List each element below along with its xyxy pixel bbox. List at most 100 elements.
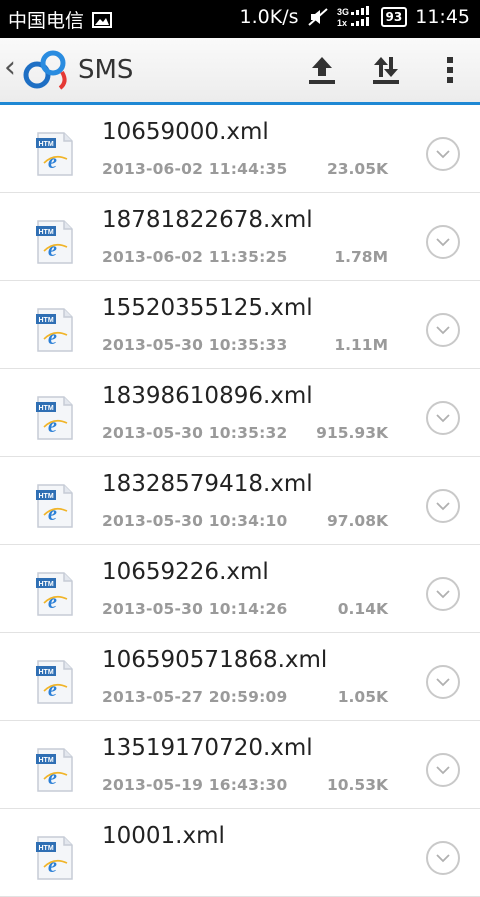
list-item[interactable]: HTM e 10001.xml <box>0 809 480 897</box>
chevron-down-icon <box>436 238 450 247</box>
svg-text:e: e <box>48 591 57 613</box>
back-button[interactable]: ‹ <box>4 50 16 86</box>
file-date: 2013-05-30 10:34:10 <box>102 512 288 530</box>
svg-text:HTM: HTM <box>39 581 54 588</box>
expand-button[interactable] <box>426 577 460 611</box>
file-date: 2013-06-02 11:35:25 <box>102 248 288 266</box>
chevron-down-icon <box>436 326 450 335</box>
expand-button[interactable] <box>426 313 460 347</box>
expand-button[interactable] <box>426 753 460 787</box>
file-name: 13519170720.xml <box>102 735 313 761</box>
file-size: 0.14K <box>337 600 388 618</box>
svg-text:e: e <box>48 239 57 261</box>
page-title: SMS <box>78 55 134 85</box>
html-file-icon: HTM e <box>34 747 76 793</box>
list-item[interactable]: HTM e 106590571868.xml 2013-05-27 20:59:… <box>0 633 480 721</box>
file-size: 1.05K <box>337 688 388 706</box>
file-name: 15520355125.xml <box>102 295 313 321</box>
svg-text:1x: 1x <box>337 18 347 28</box>
svg-text:HTM: HTM <box>39 141 54 148</box>
file-date: 2013-05-30 10:35:33 <box>102 336 288 354</box>
file-size: 10.53K <box>326 776 388 794</box>
chevron-down-icon <box>436 854 450 863</box>
file-name: 18781822678.xml <box>102 207 313 233</box>
svg-text:e: e <box>48 327 57 349</box>
status-bar: 中国电信 1.0K/s 3G 1x 93 11:45 <box>0 0 480 38</box>
chevron-down-icon <box>436 678 450 687</box>
battery-indicator: 93 <box>380 7 408 27</box>
file-list: HTM e 10659000.xml 2013-06-02 11:44:35 2… <box>0 105 480 897</box>
transfer-icon <box>373 57 399 84</box>
html-file-icon: HTM e <box>34 219 76 265</box>
list-item[interactable]: HTM e 18781822678.xml 2013-06-02 11:35:2… <box>0 193 480 281</box>
file-name: 10001.xml <box>102 823 225 849</box>
action-bar: ‹ SMS <box>0 38 480 105</box>
expand-button[interactable] <box>426 225 460 259</box>
list-item[interactable]: HTM e 18398610896.xml 2013-05-30 10:35:3… <box>0 369 480 457</box>
svg-text:HTM: HTM <box>39 317 54 324</box>
chevron-down-icon <box>436 150 450 159</box>
html-file-icon: HTM e <box>34 307 76 353</box>
file-size: 915.93K <box>316 424 388 442</box>
chevron-down-icon <box>436 414 450 423</box>
chevron-down-icon <box>436 766 450 775</box>
file-size: 23.05K <box>326 160 388 178</box>
svg-text:HTM: HTM <box>39 493 54 500</box>
list-item[interactable]: HTM e 18328579418.xml 2013-05-30 10:34:1… <box>0 457 480 545</box>
svg-text:HTM: HTM <box>39 229 54 236</box>
overflow-menu-icon <box>447 57 453 83</box>
file-name: 18398610896.xml <box>102 383 313 409</box>
file-name: 18328579418.xml <box>102 471 313 497</box>
svg-text:e: e <box>48 679 57 701</box>
expand-button[interactable] <box>426 841 460 875</box>
app-logo-icon <box>22 48 74 92</box>
file-size: 1.11M <box>334 336 388 354</box>
list-item[interactable]: HTM e 15520355125.xml 2013-05-30 10:35:3… <box>0 281 480 369</box>
network-speed: 1.0K/s <box>239 6 299 28</box>
expand-button[interactable] <box>426 489 460 523</box>
file-date: 2013-05-30 10:14:26 <box>102 600 288 618</box>
svg-text:3G: 3G <box>337 7 349 17</box>
html-file-icon: HTM e <box>34 483 76 529</box>
expand-button[interactable] <box>426 665 460 699</box>
chevron-down-icon <box>436 502 450 511</box>
file-name: 10659226.xml <box>102 559 269 585</box>
expand-button[interactable] <box>426 401 460 435</box>
file-name: 10659000.xml <box>102 119 269 145</box>
svg-text:HTM: HTM <box>39 405 54 412</box>
file-date: 2013-06-02 11:44:35 <box>102 160 288 178</box>
chevron-down-icon <box>436 590 450 599</box>
html-file-icon: HTM e <box>34 395 76 441</box>
file-name: 106590571868.xml <box>102 647 328 673</box>
svg-text:HTM: HTM <box>39 669 54 676</box>
carrier-label: 中国电信 <box>8 10 85 32</box>
svg-text:e: e <box>48 767 57 789</box>
svg-text:e: e <box>48 503 57 525</box>
signal-icon: 3G 1x <box>337 6 373 28</box>
file-date: 2013-05-19 16:43:30 <box>102 776 288 794</box>
html-file-icon: HTM e <box>34 131 76 177</box>
svg-text:HTM: HTM <box>39 757 54 764</box>
svg-text:e: e <box>48 415 57 437</box>
list-item[interactable]: HTM e 10659226.xml 2013-05-30 10:14:26 0… <box>0 545 480 633</box>
html-file-icon: HTM e <box>34 835 76 881</box>
upload-icon <box>309 57 335 84</box>
expand-button[interactable] <box>426 137 460 171</box>
file-size: 97.08K <box>326 512 388 530</box>
list-item[interactable]: HTM e 10659000.xml 2013-06-02 11:44:35 2… <box>0 105 480 193</box>
upload-button[interactable] <box>300 48 344 92</box>
svg-text:e: e <box>48 855 57 877</box>
clock: 11:45 <box>415 6 470 28</box>
image-notification-icon <box>92 11 113 28</box>
html-file-icon: HTM e <box>34 571 76 617</box>
file-date: 2013-05-27 20:59:09 <box>102 688 288 706</box>
overflow-menu-button[interactable] <box>428 48 472 92</box>
file-date: 2013-05-30 10:35:32 <box>102 424 288 442</box>
svg-text:HTM: HTM <box>39 845 54 852</box>
transfer-button[interactable] <box>364 48 408 92</box>
list-item[interactable]: HTM e 13519170720.xml 2013-05-19 16:43:3… <box>0 721 480 809</box>
mute-icon <box>307 7 329 27</box>
svg-text:e: e <box>48 151 57 173</box>
html-file-icon: HTM e <box>34 659 76 705</box>
file-size: 1.78M <box>334 248 388 266</box>
